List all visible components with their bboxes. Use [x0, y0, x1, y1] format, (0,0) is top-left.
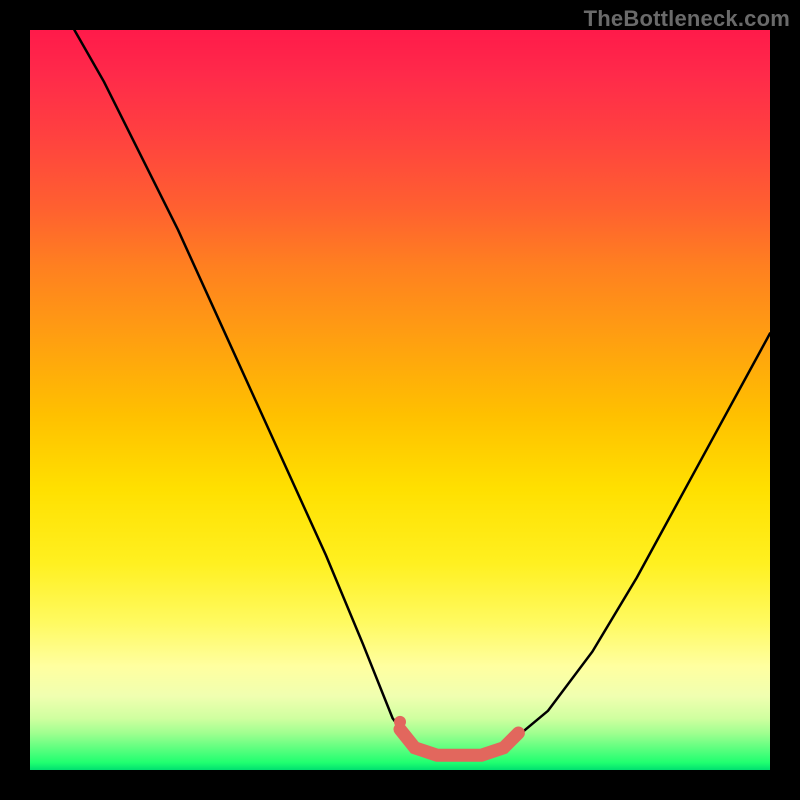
chart-container: TheBottleneck.com [0, 0, 800, 800]
curve-trough-highlight [400, 729, 518, 755]
curve-marker-dot [394, 716, 406, 728]
chart-svg [0, 0, 800, 800]
watermark-text: TheBottleneck.com [584, 6, 790, 32]
curve-line [74, 30, 770, 755]
